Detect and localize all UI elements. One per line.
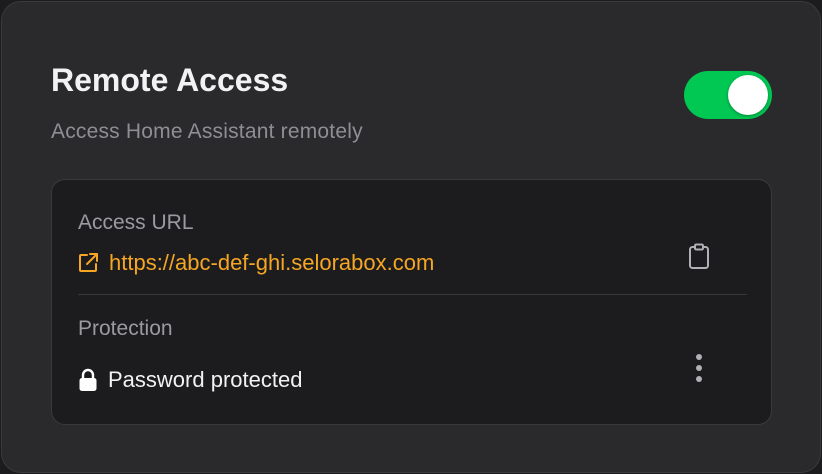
- card-title: Remote Access: [51, 62, 289, 98]
- row-divider: [78, 294, 747, 295]
- remote-access-toggle[interactable]: [684, 71, 772, 119]
- access-url-text: https://abc-def-ghi.selorabox.com: [109, 250, 435, 275]
- access-url-link[interactable]: https://abc-def-ghi.selorabox.com: [76, 248, 434, 278]
- external-link-icon: [76, 251, 100, 275]
- lock-icon: [78, 368, 98, 392]
- clipboard-icon: [687, 243, 711, 276]
- protection-label: Protection: [78, 317, 173, 340]
- card-subtitle: Access Home Assistant remotely: [51, 120, 363, 143]
- protection-status-text: Password protected: [108, 367, 303, 392]
- access-details-panel: Access URL https://abc-def-ghi.selorabox…: [51, 179, 772, 425]
- more-vertical-icon: [695, 353, 703, 388]
- copy-url-button[interactable]: [682, 241, 716, 277]
- toggle-knob: [728, 75, 768, 115]
- remote-access-card: Remote Access Access Home Assistant remo…: [1, 1, 821, 473]
- access-url-label: Access URL: [78, 211, 194, 234]
- protection-status: Password protected: [78, 365, 302, 395]
- protection-options-button[interactable]: [682, 350, 716, 390]
